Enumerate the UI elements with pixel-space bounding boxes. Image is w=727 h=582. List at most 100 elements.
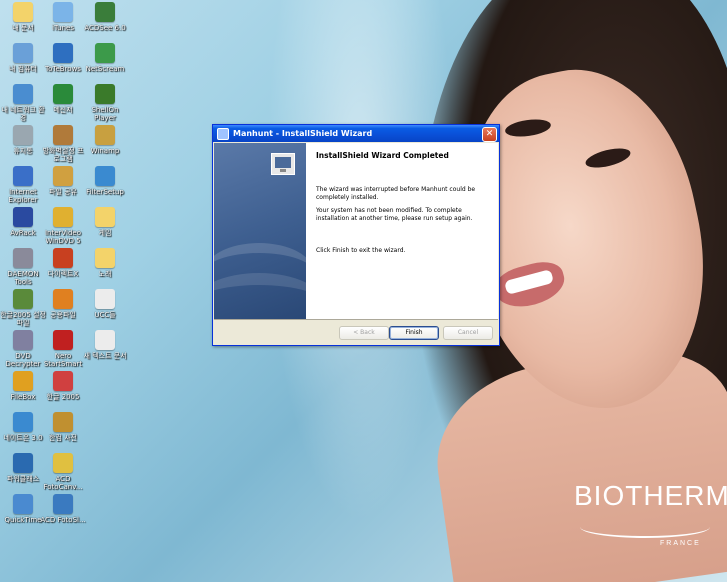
dialog-button-bar: < Back Finish Cancel xyxy=(214,319,498,345)
desktop-icon-label: ToTeBrows xyxy=(45,65,81,73)
desktop-icon-image xyxy=(53,453,73,473)
desktop-icon-image xyxy=(13,84,33,104)
desktop-icon[interactable]: 한글 2005 xyxy=(40,371,86,401)
back-button[interactable]: < Back xyxy=(339,326,389,340)
desktop-icon[interactable]: ACDSee 6.0 xyxy=(82,2,128,32)
desktop-icon-image xyxy=(53,84,73,104)
desktop-icon-image xyxy=(53,494,73,514)
brand-subtext: FRANCE xyxy=(660,540,701,547)
desktop-icon[interactable]: 방화벽설정 프로그램 xyxy=(40,125,86,163)
desktop-icon-image xyxy=(13,248,33,268)
desktop-icon-label: 노래 xyxy=(98,270,112,278)
side-wave xyxy=(214,273,306,319)
desktop-icon[interactable]: 공용파일 xyxy=(40,289,86,319)
close-button[interactable]: ✕ xyxy=(482,127,497,142)
desktop-icon-label: 게임 xyxy=(98,229,112,237)
desktop-icon-label: ShellOn Player xyxy=(91,106,119,122)
desktop-icon-label: Winamp xyxy=(90,147,120,155)
desktop-icon-label: 파일 공유 xyxy=(49,188,77,196)
wizard-text-not-modified: Your system has not been modified. To co… xyxy=(316,207,473,222)
desktop-icon[interactable]: 다이렉트X xyxy=(40,248,86,278)
desktop-icon-image xyxy=(95,43,115,63)
desktop-icon-image xyxy=(53,330,73,350)
desktop-icon-image xyxy=(95,248,115,268)
desktop-icon-label: 새 텍스트 문서 xyxy=(83,352,127,360)
computer-icon xyxy=(271,153,295,175)
desktop-icon[interactable]: 메신저 xyxy=(40,84,86,114)
installer-icon xyxy=(217,127,229,140)
desktop-icon-image xyxy=(95,207,115,227)
desktop-icon[interactable]: 파일 공유 xyxy=(40,166,86,196)
desktop-icon-image xyxy=(53,248,73,268)
desktop-icon-label: iTunes xyxy=(52,24,74,32)
dialog-title: Manhunt - InstallShield Wizard xyxy=(233,129,373,138)
desktop-icon-image xyxy=(53,43,73,63)
desktop-icon-label: Nero StartSmart xyxy=(43,352,83,368)
desktop-icon-image xyxy=(13,330,33,350)
desktop-icon-image xyxy=(53,2,73,22)
installshield-dialog: Manhunt - InstallShield Wizard ✕ Install… xyxy=(212,124,500,346)
desktop-icon-label: InterVideo WinDVD 5 xyxy=(44,229,82,245)
desktop-icon-image xyxy=(95,2,115,22)
desktop-icon[interactable]: ACD FotoCanv... xyxy=(40,453,86,491)
cancel-button[interactable]: Cancel xyxy=(443,326,493,340)
desktop-icon-image xyxy=(13,2,33,22)
desktop-icon-image xyxy=(13,371,33,391)
desktop-icon-image xyxy=(13,43,33,63)
desktop-icon-label: 공용파일 xyxy=(50,311,76,319)
desktop-icon-image xyxy=(95,84,115,104)
desktop-icon-image xyxy=(95,330,115,350)
desktop-icon-image xyxy=(53,166,73,186)
desktop-icon-label: ACD FotoSl... xyxy=(40,516,86,524)
desktop-icon-label: 방화벽설정 프로그램 xyxy=(42,147,84,163)
desktop-icon-image xyxy=(53,207,73,227)
desktop-icon[interactable]: 한컴 사전 xyxy=(40,412,86,442)
desktop-icon-image xyxy=(13,289,33,309)
desktop-icon[interactable]: ToTeBrows xyxy=(40,43,86,73)
desktop-icon[interactable]: iTunes xyxy=(40,2,86,32)
desktop-icon[interactable]: FilterSetup xyxy=(82,166,128,196)
desktop-icon-label: ACD FotoCanv... xyxy=(43,475,83,491)
desktop-icon-image xyxy=(53,412,73,432)
desktop-icon[interactable]: Nero StartSmart xyxy=(40,330,86,368)
desktop-icon-label: UCC들 xyxy=(94,311,116,319)
desktop-icon-image xyxy=(13,453,33,473)
wizard-text-finish: Click Finish to exit the wizard. xyxy=(316,247,406,254)
desktop-icon-image xyxy=(95,125,115,145)
wizard-heading: InstallShield Wizard Completed xyxy=(316,151,449,160)
wizard-side-graphic xyxy=(214,143,306,319)
desktop-icon[interactable]: UCC들 xyxy=(82,289,128,319)
desktop-icon-image xyxy=(53,289,73,309)
dialog-content: InstallShield Wizard Completed The wizar… xyxy=(214,143,498,319)
desktop-icon-label: NetScream xyxy=(85,65,125,73)
dialog-titlebar[interactable]: Manhunt - InstallShield Wizard ✕ xyxy=(213,125,499,142)
desktop-icon[interactable]: 노래 xyxy=(82,248,128,278)
desktop-icon[interactable]: ShellOn Player xyxy=(82,84,128,122)
desktop-icon-label: 한컴 사전 xyxy=(49,434,77,442)
desktop-icon-label: ACDSee 6.0 xyxy=(84,24,126,32)
desktop-icon-label: 다이렉트X xyxy=(47,270,79,278)
wizard-text-interrupted: The wizard was interrupted before Manhun… xyxy=(316,186,476,201)
brand-logo-text: BIOTHERM xyxy=(574,480,727,511)
desktop-icon-image xyxy=(13,125,33,145)
desktop-icon-image xyxy=(95,166,115,186)
desktop-icon[interactable]: ACD FotoSl... xyxy=(40,494,86,524)
desktop-icon-label: FilterSetup xyxy=(86,188,124,196)
desktop-icon-image xyxy=(53,371,73,391)
desktop-icon-image xyxy=(13,207,33,227)
desktop-icon-label: 한글 2005 xyxy=(46,393,80,401)
desktop-icon[interactable]: InterVideo WinDVD 5 xyxy=(40,207,86,245)
desktop-icon-area: 내 문서 iTunes ACDSee 6.0 내 컴퓨터 ToTeBrows NetScr… xyxy=(0,0,150,582)
desktop-icon-image xyxy=(53,125,73,145)
desktop-icon[interactable]: Winamp xyxy=(82,125,128,155)
brand-swoosh xyxy=(580,516,710,538)
desktop-icon-label: 메신저 xyxy=(53,106,73,114)
desktop-icon-image xyxy=(13,494,33,514)
desktop-icon[interactable]: NetScream xyxy=(82,43,128,73)
desktop-icon-image xyxy=(13,166,33,186)
finish-button[interactable]: Finish xyxy=(389,326,439,340)
wizard-message: InstallShield Wizard Completed The wizar… xyxy=(316,151,492,260)
desktop-icon-image xyxy=(13,412,33,432)
desktop-icon[interactable]: 새 텍스트 문서 xyxy=(82,330,128,360)
desktop-icon[interactable]: 게임 xyxy=(82,207,128,237)
